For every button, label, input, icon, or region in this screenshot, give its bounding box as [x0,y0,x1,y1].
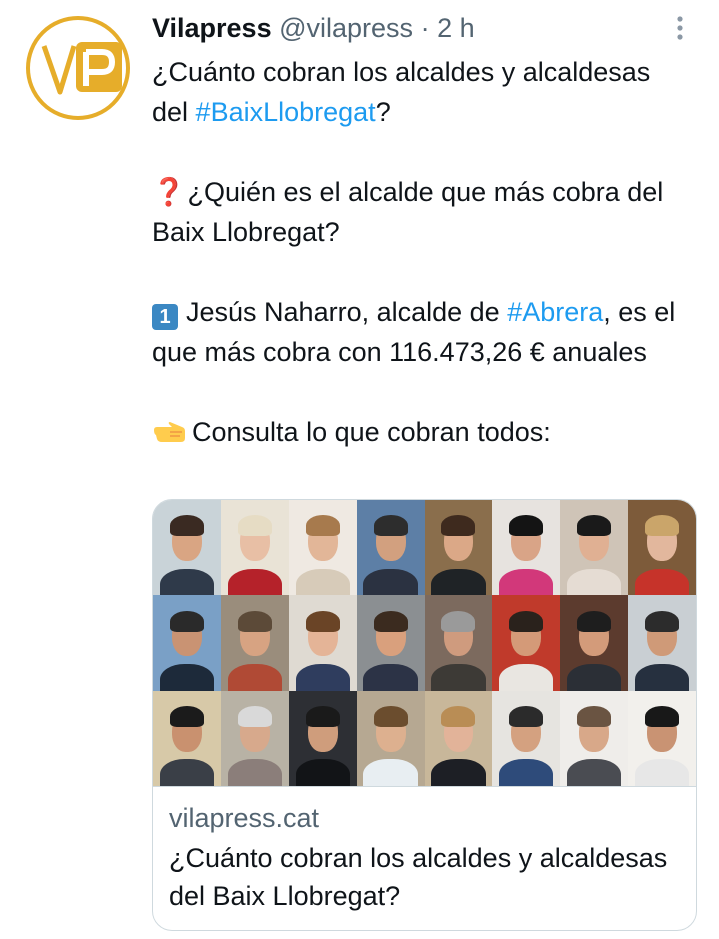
card-info[interactable]: vilapress.cat ¿Cuánto cobran los alcalde… [153,786,696,930]
mayor-portrait [628,595,696,691]
tweet-paragraph-consult: Consulta lo que cobran todos: [152,412,692,456]
mayor-portrait [424,500,493,596]
mayor-portrait [153,500,221,596]
mayor-portrait [153,690,221,786]
mayor-portrait [560,595,629,691]
mayor-portrait [220,595,289,691]
card-title: ¿Cuánto cobran los alcaldes y alcaldesas… [169,843,668,911]
mayor-portrait [288,690,357,786]
mayor-portrait [356,500,425,596]
tweet-timestamp[interactable]: 2 h [437,13,475,43]
mayor-portrait [628,690,696,786]
mayor-portrait [288,500,357,596]
mayor-portrait [220,500,289,596]
tweet-header: Vilapress @vilapress · 2 h [152,10,475,46]
hashtag-abrera[interactable]: #Abrera [507,297,603,327]
hashtag-baixllobregat[interactable]: #BaixLlobregat [196,97,376,127]
keycap-one-icon: 1 [152,304,178,330]
mayor-portrait [220,690,289,786]
card-domain: vilapress.cat [169,803,320,833]
mayor-portrait [560,500,629,596]
mayor-portrait [492,500,561,596]
tweet-paragraph-intro: ¿Cuánto cobran los alcaldes y alcaldesas… [152,52,692,132]
more-vertical-icon [677,16,683,40]
question-text: ¿Quién es el alcalde que más cobra del B… [152,177,664,247]
mayor-portrait [560,690,629,786]
tweet-text: ¿Cuánto cobran los alcaldes y alcaldesas… [152,52,692,456]
separator-dot: · [420,13,430,43]
more-options-button[interactable] [666,14,694,42]
mayor-portrait [356,690,425,786]
link-preview-card[interactable]: vilapress.cat ¿Cuánto cobran los alcalde… [152,499,697,931]
consult-text: Consulta lo que cobran todos: [192,417,551,447]
card-image[interactable] [153,500,696,786]
mayor-portrait [424,595,493,691]
mayor-portrait [153,595,221,691]
mayor-portrait [424,690,493,786]
tweet-paragraph-answer: 1 Jesús Naharro, alcalde de #Abrera, es e… [152,292,692,372]
question-mark-icon: ❓ [152,177,186,207]
mayor-portrait [492,595,561,691]
pointing-right-hand-icon [152,416,186,456]
mayor-portrait [288,595,357,691]
vilapress-logo [26,16,130,120]
profile-avatar[interactable] [22,12,134,124]
account-handle[interactable]: @vilapress [279,13,413,43]
answer-text: Jesús Naharro, alcalde de [186,297,508,327]
mayor-portrait [628,500,696,596]
mayor-portrait [492,690,561,786]
intro-text-end: ? [375,97,391,127]
mayor-portrait [356,595,425,691]
account-name[interactable]: Vilapress [152,13,272,43]
tweet-paragraph-question: ❓ ¿Quién es el alcalde que más cobra del… [152,172,692,252]
